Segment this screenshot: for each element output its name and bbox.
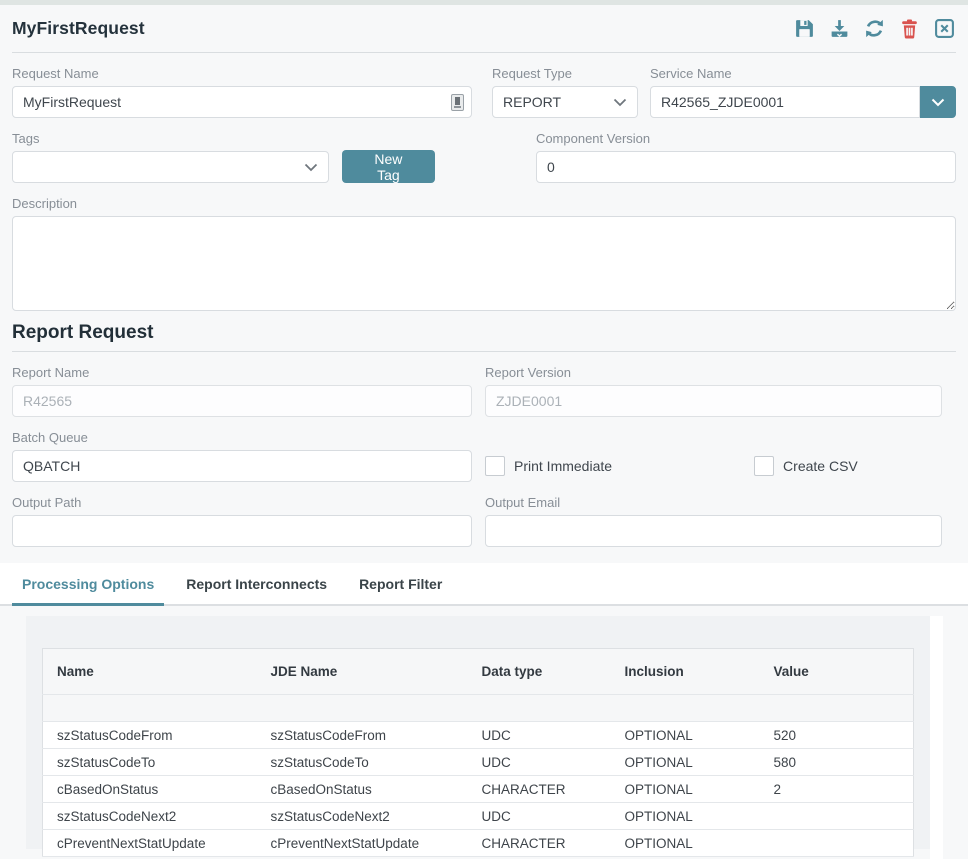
- cell-jde-name: szStatusCodeFrom: [257, 722, 468, 749]
- output-email-label: Output Email: [485, 495, 942, 510]
- delete-button[interactable]: [898, 17, 921, 40]
- cell-value: 520: [760, 722, 914, 749]
- vertical-scrollbar[interactable]: [930, 616, 943, 859]
- cell-inclusion: OPTIONAL: [611, 749, 760, 776]
- batch-queue-input[interactable]: [12, 450, 472, 482]
- create-csv-label: Create CSV: [783, 458, 858, 474]
- report-name-input: [12, 385, 472, 417]
- request-name-input[interactable]: [12, 86, 472, 118]
- download-button[interactable]: [828, 17, 851, 40]
- chevron-down-icon: [613, 98, 627, 107]
- component-version-input[interactable]: [536, 151, 956, 183]
- output-path-input[interactable]: [12, 515, 472, 547]
- cell-data-type: UDC: [468, 722, 611, 749]
- report-version-label: Report Version: [485, 365, 942, 380]
- cell-name: szStatusCodeNext2: [43, 803, 257, 830]
- column-header-inclusion: Inclusion: [611, 649, 760, 695]
- table-row[interactable]: szStatusCodeFrom szStatusCodeFrom UDC OP…: [43, 722, 914, 749]
- header-actions: [793, 17, 956, 40]
- chevron-down-icon: [931, 98, 945, 107]
- column-header-jde-name: JDE Name: [257, 649, 468, 695]
- cell-data-type: CHARACTER: [468, 830, 611, 857]
- refresh-button[interactable]: [863, 17, 886, 40]
- cell-jde-name: cBasedOnStatus: [257, 776, 468, 803]
- section-title-report-request: Report Request: [0, 322, 968, 344]
- tags-select[interactable]: [12, 151, 329, 183]
- report-name-label: Report Name: [12, 365, 472, 380]
- table-row[interactable]: szStatusCodeNext2 szStatusCodeNext2 UDC …: [43, 803, 914, 830]
- cell-value: [760, 830, 914, 857]
- service-name-dropdown-button[interactable]: [920, 86, 956, 118]
- text-edit-icon: [451, 94, 464, 111]
- section-divider: [12, 351, 956, 352]
- cell-value: 2: [760, 776, 914, 803]
- request-name-label: Request Name: [12, 66, 472, 81]
- cell-name: szStatusCodeTo: [43, 749, 257, 776]
- cell-value: 580: [760, 749, 914, 776]
- cell-inclusion: OPTIONAL: [611, 830, 760, 857]
- table-header-row: Name JDE Name Data type Inclusion Value: [43, 649, 914, 695]
- column-header-name: Name: [43, 649, 257, 695]
- tab-report-interconnects[interactable]: Report Interconnects: [176, 563, 337, 606]
- cell-name: szStatusCodeFrom: [43, 722, 257, 749]
- cell-name: cPreventNextStatUpdate: [43, 830, 257, 857]
- table-spacer-row: [43, 695, 914, 722]
- tab-report-filter[interactable]: Report Filter: [349, 563, 452, 606]
- cell-jde-name: cPreventNextStatUpdate: [257, 830, 468, 857]
- table-row[interactable]: szStatusCodeTo szStatusCodeTo UDC OPTION…: [43, 749, 914, 776]
- save-button[interactable]: [793, 17, 816, 40]
- request-type-select[interactable]: REPORT: [492, 86, 638, 118]
- refresh-icon: [864, 18, 885, 39]
- column-header-data-type: Data type: [468, 649, 611, 695]
- service-name-label: Service Name: [650, 66, 956, 81]
- cell-name: cBasedOnStatus: [43, 776, 257, 803]
- description-label: Description: [12, 196, 956, 211]
- cell-value: [760, 803, 914, 830]
- chevron-down-icon: [304, 163, 318, 172]
- cell-inclusion: OPTIONAL: [611, 722, 760, 749]
- header-divider: [12, 52, 956, 53]
- page-title: MyFirstRequest: [12, 18, 145, 39]
- output-path-label: Output Path: [12, 495, 472, 510]
- close-icon: [934, 18, 955, 39]
- component-version-label: Component Version: [536, 131, 956, 146]
- request-type-value: REPORT: [503, 94, 561, 110]
- request-type-label: Request Type: [492, 66, 638, 81]
- cell-data-type: CHARACTER: [468, 776, 611, 803]
- save-icon: [794, 18, 815, 39]
- table-row[interactable]: cPreventNextStatUpdate cPreventNextStatU…: [43, 830, 914, 857]
- print-immediate-label: Print Immediate: [514, 458, 612, 474]
- tab-processing-options[interactable]: Processing Options: [12, 563, 164, 606]
- tab-bar: Processing Options Report Interconnects …: [0, 563, 968, 606]
- download-icon: [829, 18, 850, 39]
- column-header-value: Value: [760, 649, 914, 695]
- report-version-input: [485, 385, 942, 417]
- description-textarea[interactable]: [12, 216, 956, 311]
- cell-data-type: UDC: [468, 749, 611, 776]
- record-header: MyFirstRequest: [0, 5, 968, 52]
- cell-jde-name: szStatusCodeTo: [257, 749, 468, 776]
- new-tag-button[interactable]: New Tag: [342, 150, 435, 183]
- create-csv-checkbox[interactable]: [754, 456, 774, 476]
- service-name-input[interactable]: [650, 86, 920, 118]
- processing-options-table: Name JDE Name Data type Inclusion Value …: [42, 648, 914, 857]
- table-row[interactable]: cBasedOnStatus cBasedOnStatus CHARACTER …: [43, 776, 914, 803]
- print-immediate-checkbox[interactable]: [485, 456, 505, 476]
- cell-inclusion: OPTIONAL: [611, 803, 760, 830]
- cell-inclusion: OPTIONAL: [611, 776, 760, 803]
- cell-data-type: UDC: [468, 803, 611, 830]
- output-email-input[interactable]: [485, 515, 942, 547]
- tags-label: Tags: [12, 131, 329, 146]
- processing-options-panel: Name JDE Name Data type Inclusion Value …: [26, 616, 930, 849]
- close-button[interactable]: [933, 17, 956, 40]
- cell-jde-name: szStatusCodeNext2: [257, 803, 468, 830]
- trash-icon: [899, 18, 920, 39]
- batch-queue-label: Batch Queue: [12, 430, 472, 445]
